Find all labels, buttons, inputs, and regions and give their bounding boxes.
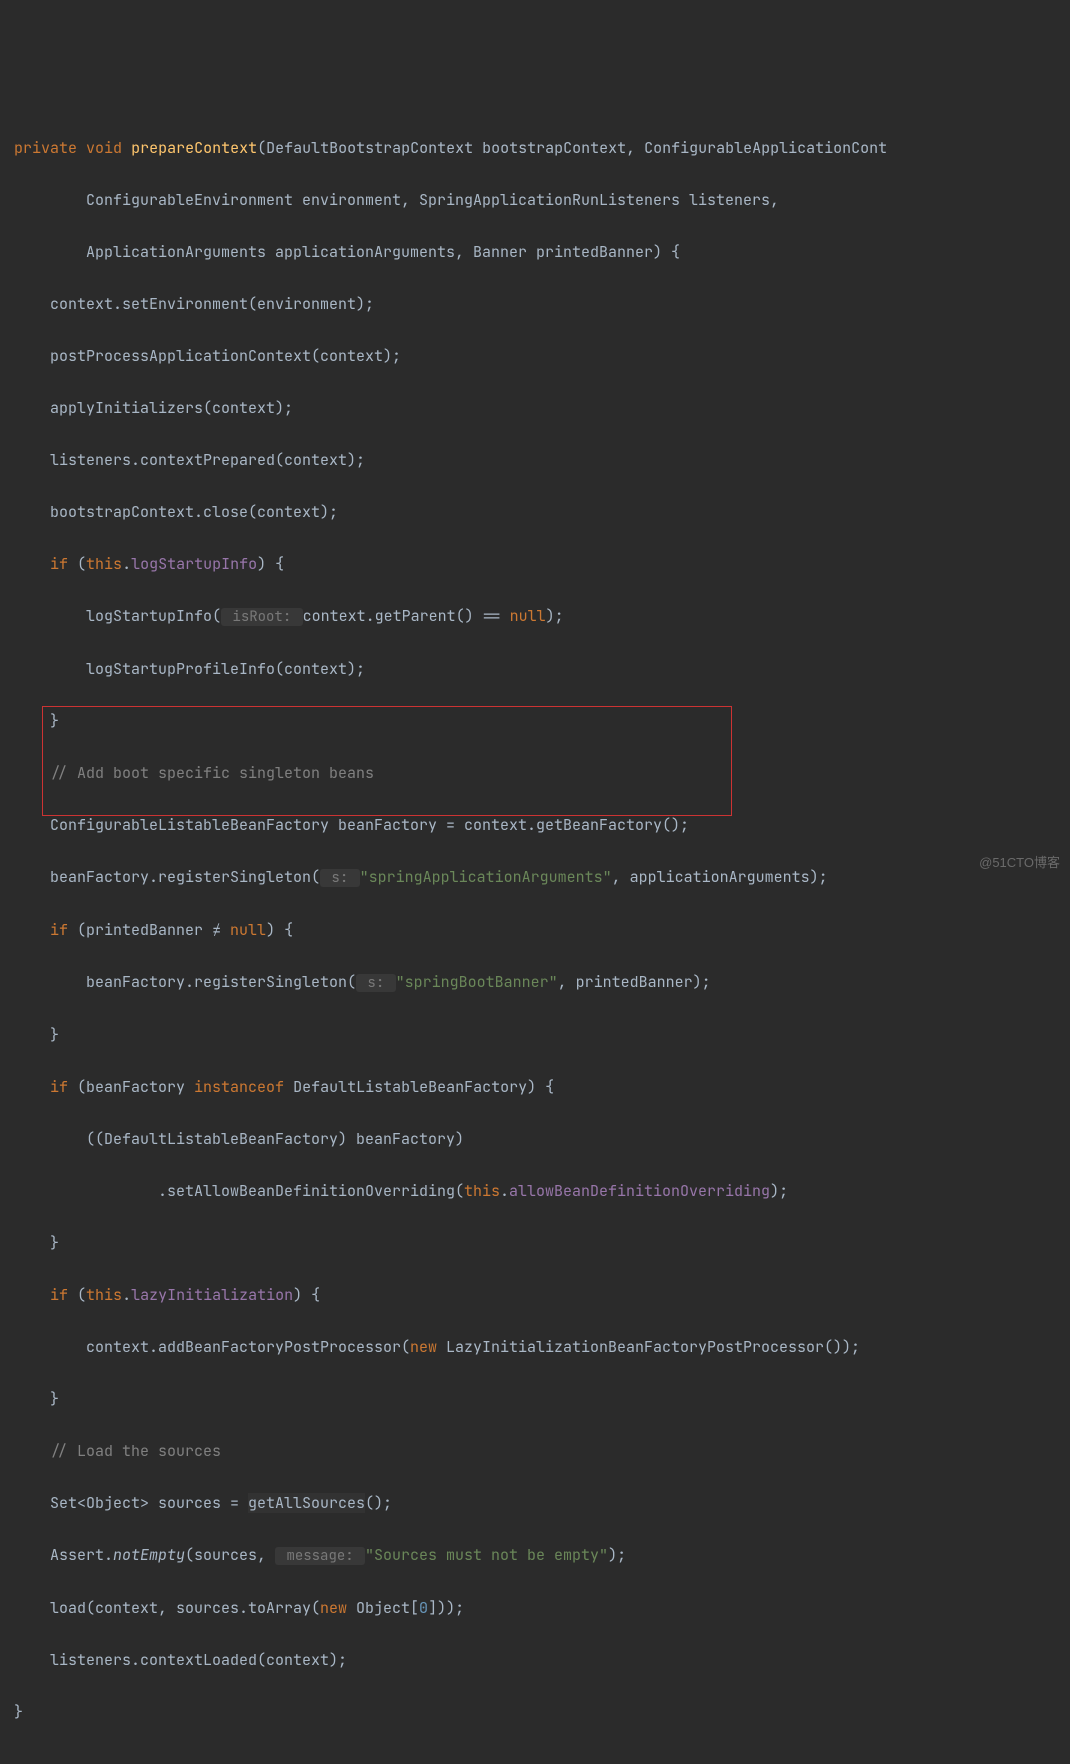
code-line: if (printedBanner ≠ null) {: [0, 917, 1070, 943]
code-line: beanFactory.registerSingleton( s: "sprin…: [0, 969, 1070, 996]
code-line: Set<Object> sources = getAllSources();: [0, 1490, 1070, 1516]
code-line: // Load the sources: [0, 1438, 1070, 1464]
code-editor[interactable]: private void prepareContext(DefaultBoots…: [0, 109, 1070, 1751]
code-line: // Add boot specific singleton beans: [0, 760, 1070, 786]
code-line: context.setEnvironment(environment);: [0, 291, 1070, 317]
code-line: if (beanFactory instanceof DefaultListab…: [0, 1074, 1070, 1100]
code-line: listeners.contextPrepared(context);: [0, 447, 1070, 473]
code-line: }: [0, 708, 1070, 734]
code-line: listeners.contextLoaded(context);: [0, 1647, 1070, 1673]
code-line: Assert.notEmpty(sources, message: "Sourc…: [0, 1542, 1070, 1569]
code-line: applyInitializers(context);: [0, 395, 1070, 421]
code-line: }: [0, 1230, 1070, 1256]
code-line: ((DefaultListableBeanFactory) beanFactor…: [0, 1126, 1070, 1152]
code-line: }: [0, 1699, 1070, 1725]
param-hint: isRoot:: [221, 608, 303, 626]
code-line: logStartupProfileInfo(context);: [0, 656, 1070, 682]
param-hint: s:: [320, 869, 360, 887]
code-line: if (this.logStartupInfo) {: [0, 551, 1070, 577]
code-line: ApplicationArguments applicationArgument…: [0, 239, 1070, 265]
code-line: postProcessApplicationContext(context);: [0, 343, 1070, 369]
param-hint: s:: [356, 974, 396, 992]
code-line: beanFactory.registerSingleton( s: "sprin…: [0, 864, 1070, 891]
code-line: context.addBeanFactoryPostProcessor(new …: [0, 1334, 1070, 1360]
code-line: private void prepareContext(DefaultBoots…: [0, 135, 1070, 161]
code-line: load(context, sources.toArray(new Object…: [0, 1595, 1070, 1621]
param-hint: message:: [275, 1547, 365, 1565]
code-line: }: [0, 1022, 1070, 1048]
code-line: logStartupInfo( isRoot: context.getParen…: [0, 603, 1070, 630]
code-line: bootstrapContext.close(context);: [0, 499, 1070, 525]
code-line: ConfigurableListableBeanFactory beanFact…: [0, 812, 1070, 838]
watermark: @51CTO博客: [979, 850, 1060, 876]
code-line: }: [0, 1386, 1070, 1412]
code-line: ConfigurableEnvironment environment, Spr…: [0, 187, 1070, 213]
code-line: if (this.lazyInitialization) {: [0, 1282, 1070, 1308]
code-line: .setAllowBeanDefinitionOverriding(this.a…: [0, 1178, 1070, 1204]
